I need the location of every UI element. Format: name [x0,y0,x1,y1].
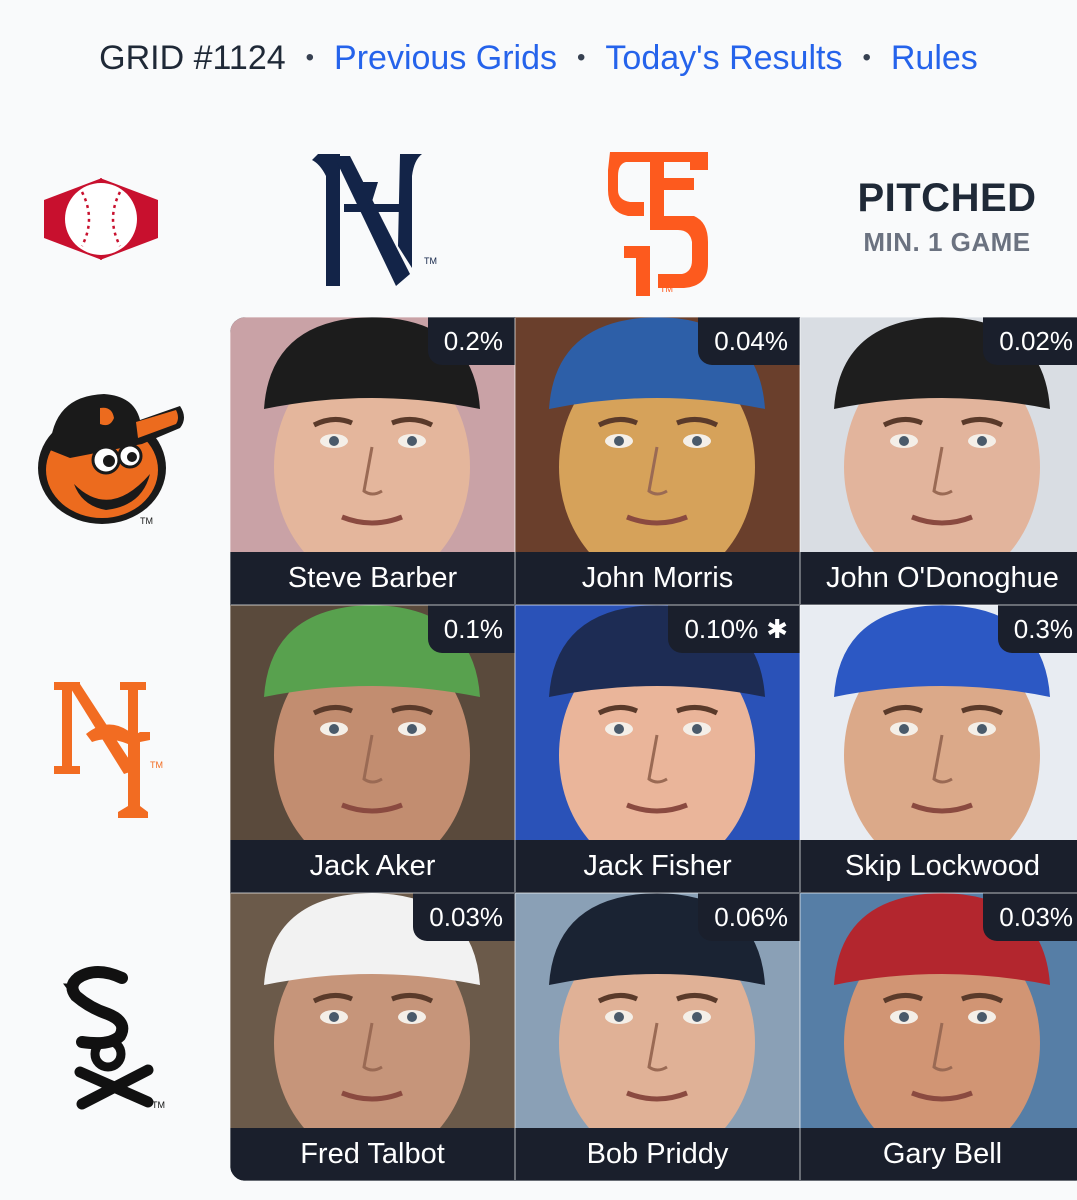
rarity-badge: 0.03% [983,893,1077,941]
rarity-badge: 0.03% [413,893,515,941]
rarity-badge: 0.02% [983,317,1077,365]
criteria-title: PITCHED [857,176,1037,220]
grid-cell-orioles-giants[interactable]: 0.04% John Morris [515,317,800,605]
player-name: Fred Talbot [230,1128,515,1181]
rarity-percent: 0.03% [429,901,503,932]
mets-logo-icon: TM [50,676,168,822]
previous-grids-link[interactable]: Previous Grids [334,39,557,78]
white-sox-logo-icon: TM [56,964,165,1110]
nav-separator: • [862,44,871,71]
rarity-percent: 0.10% [684,613,759,644]
player-name: Gary Bell [800,1128,1077,1181]
nav-separator: • [305,44,315,71]
yankees-logo-icon: TM [300,146,442,294]
rarity-badge: 0.2% [427,317,515,365]
tm-mark: TM [424,256,437,266]
rules-link[interactable]: Rules [891,39,978,78]
grid-cell-whitesox-giants[interactable]: 0.06% Bob Priddy [515,893,800,1181]
giants-logo-icon: TM [604,146,716,296]
grid-cell-mets-pitched[interactable]: 0.3% Skip Lockwood [800,605,1077,893]
player-name: Bob Priddy [515,1128,800,1181]
tm-mark: TM [140,516,153,526]
tm-mark: TM [660,284,673,294]
rarity-badge: 0.06% [698,893,800,941]
top-navigation: GRID #1124 • Previous Grids • Today's Re… [0,38,1077,78]
todays-results-link[interactable]: Today's Results [605,39,842,78]
rarity-badge: 0.3% [997,605,1077,653]
player-name: John Morris [515,552,800,605]
grid-cell-mets-yankees[interactable]: 0.1% Jack Aker [230,605,515,893]
grid-cell-orioles-yankees[interactable]: 0.2% Steve Barber [230,317,515,605]
rarity-badge: 0.1% [427,605,515,653]
player-name: Steve Barber [230,552,515,605]
rarity-percent: 0.2% [443,325,503,356]
asterisk-icon: ✱ [766,613,788,644]
player-name: John O'Donoghue [800,552,1077,605]
player-name: Jack Aker [230,840,515,893]
rarity-percent: 0.06% [714,901,788,932]
rarity-badge: 0.04% [698,317,800,365]
tm-mark: TM [150,760,163,770]
tm-mark: TM [152,1100,165,1110]
grid-cell-whitesox-pitched[interactable]: 0.03% Gary Bell [800,893,1077,1181]
immaculate-grid-logo-icon [42,178,160,260]
criteria-subtitle: MIN. 1 GAME [863,227,1031,257]
player-name: Jack Fisher [515,840,800,893]
rarity-percent: 0.3% [1013,613,1073,644]
player-name: Skip Lockwood [800,840,1077,893]
rarity-percent: 0.02% [999,325,1073,356]
answer-grid: 0.2% Steve Barber 0.04% John Morris 0.02… [230,317,1077,1181]
grid-number: GRID #1124 [99,38,286,77]
rarity-percent: 0.04% [714,325,788,356]
rarity-percent: 0.03% [999,901,1073,932]
grid-cell-orioles-pitched[interactable]: 0.02% John O'Donoghue [800,317,1077,605]
grid-cell-whitesox-yankees[interactable]: 0.03% Fred Talbot [230,893,515,1181]
rarity-percent: 0.1% [443,613,503,644]
orioles-logo-icon: TM [30,388,186,530]
nav-separator: • [577,44,586,71]
rarity-badge: 0.10% ✱ [668,605,800,653]
grid-cell-mets-giants[interactable]: 0.10% ✱ Jack Fisher [515,605,800,893]
criteria-header: PITCHED MIN. 1 GAME [838,176,1056,258]
